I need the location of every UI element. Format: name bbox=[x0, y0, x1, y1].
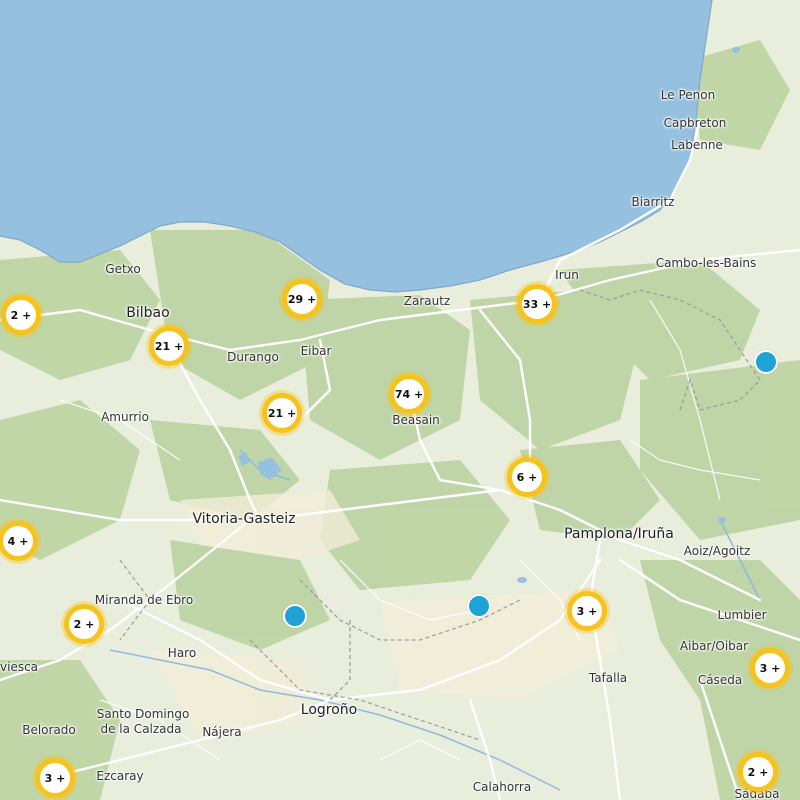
cluster-marker[interactable]: 33 + bbox=[517, 284, 557, 324]
place-label-haro: Haro bbox=[167, 646, 197, 660]
place-label-logrono: Logroño bbox=[300, 702, 358, 718]
place-label-le-penon: Le Penon bbox=[660, 88, 716, 102]
cluster-marker[interactable]: 2 + bbox=[1, 295, 41, 335]
place-label-briviesca: viesca bbox=[0, 660, 39, 674]
place-label-zarautz: Zarautz bbox=[403, 294, 451, 308]
place-label-belorado: Belorado bbox=[22, 723, 76, 737]
point-marker[interactable] bbox=[754, 350, 778, 374]
place-label-najera: Nájera bbox=[202, 725, 242, 739]
place-label-getxo: Getxo bbox=[105, 262, 141, 276]
point-marker[interactable] bbox=[467, 594, 491, 618]
place-label-caseda: Cáseda bbox=[697, 673, 743, 687]
map-canvas[interactable]: Le Penon Capbreton Labenne Biarritz Getx… bbox=[0, 0, 800, 800]
place-label-vitoria: Vitoria-Gasteiz bbox=[192, 511, 296, 527]
cluster-marker[interactable]: 21 + bbox=[149, 326, 189, 366]
place-label-biarritz: Biarritz bbox=[631, 195, 675, 209]
point-marker[interactable] bbox=[283, 604, 307, 628]
place-label-durango: Durango bbox=[227, 350, 279, 364]
place-label-pamplona: Pamplona/Iruña bbox=[564, 526, 674, 542]
place-label-eibar: Eibar bbox=[300, 344, 332, 358]
place-label-bilbao: Bilbao bbox=[126, 305, 170, 321]
place-label-ezcaray: Ezcaray bbox=[96, 769, 144, 783]
place-label-aoiz: Aoiz/Agoitz bbox=[683, 544, 751, 558]
cluster-marker[interactable]: 29 + bbox=[282, 279, 322, 319]
cluster-marker[interactable]: 6 + bbox=[507, 457, 547, 497]
place-label-santo-domingo: Santo Domingo bbox=[96, 707, 190, 721]
place-label-lumbier: Lumbier bbox=[717, 608, 767, 622]
cluster-marker[interactable]: 74 + bbox=[389, 374, 429, 414]
place-label-beasain: Beasain bbox=[392, 413, 440, 427]
place-label-tafalla: Tafalla bbox=[588, 671, 628, 685]
place-label-capbreton: Capbreton bbox=[663, 116, 727, 130]
place-label-amurrio: Amurrio bbox=[101, 410, 149, 424]
place-label-miranda: Miranda de Ebro bbox=[94, 593, 194, 607]
cluster-marker[interactable]: 3 + bbox=[567, 591, 607, 631]
place-label-cambo: Cambo-les-Bains bbox=[655, 256, 757, 270]
cluster-marker[interactable]: 3 + bbox=[35, 758, 75, 798]
place-label-calahorra: Calahorra bbox=[472, 780, 532, 794]
place-label-labenne: Labenne bbox=[671, 138, 723, 152]
place-label-irun: Irun bbox=[555, 268, 579, 282]
place-label-aibar: Aibar/Oibar bbox=[679, 639, 749, 653]
place-label-de-la-calzada: de la Calzada bbox=[100, 722, 182, 736]
cluster-marker[interactable]: 2 + bbox=[64, 604, 104, 644]
cluster-marker[interactable]: 2 + bbox=[738, 752, 778, 792]
cluster-marker[interactable]: 3 + bbox=[750, 648, 790, 688]
cluster-marker[interactable]: 21 + bbox=[262, 393, 302, 433]
